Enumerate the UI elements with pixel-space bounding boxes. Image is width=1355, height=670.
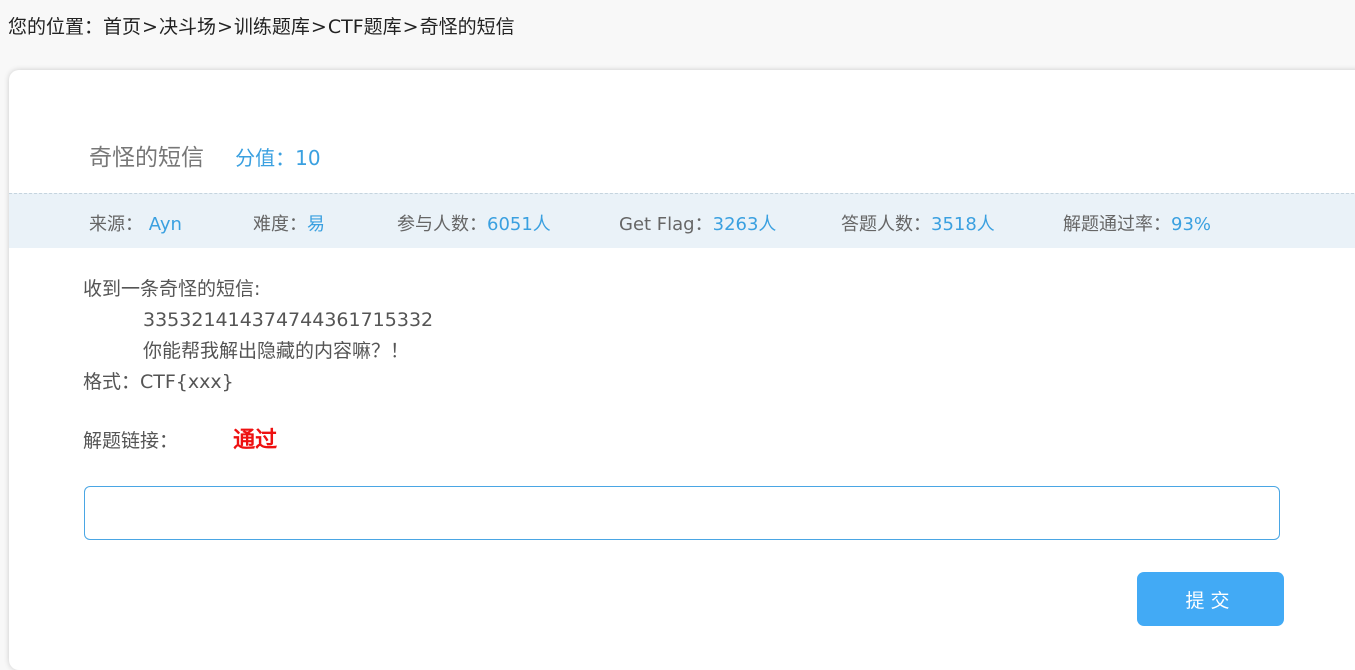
meta-participants-label: 参与人数： xyxy=(397,214,487,235)
solution-link-status: 通过 xyxy=(233,428,278,453)
description-line: 收到一条奇怪的短信: xyxy=(83,278,261,300)
breadcrumb-home[interactable]: 首页 xyxy=(103,16,141,38)
score-value: 10 xyxy=(295,146,321,170)
breadcrumb-separator: > xyxy=(142,16,158,38)
breadcrumb: 您的位置：首页>决斗场>训练题库>CTF题库>奇怪的短信 xyxy=(8,12,515,39)
challenge-header: 奇怪的短信 分值：10 xyxy=(89,138,321,172)
solution-link-row: 解题链接： 通过 xyxy=(83,422,277,454)
meta-difficulty: 难度：易 xyxy=(253,210,325,236)
meta-getflag-label: Get Flag： xyxy=(619,214,713,235)
meta-participants: 参与人数：6051人 xyxy=(397,210,551,236)
challenge-description: 收到一条奇怪的短信: 335321414374744361715332 你能帮我… xyxy=(83,274,433,398)
breadcrumb-separator: > xyxy=(310,16,327,38)
breadcrumb-prefix: 您的位置： xyxy=(8,16,104,38)
meta-passrate-label: 解题通过率： xyxy=(1063,214,1171,235)
meta-difficulty-value: 易 xyxy=(307,214,325,235)
description-line: 你能帮我解出隐藏的内容嘛？！ xyxy=(143,340,410,362)
breadcrumb-separator: > xyxy=(216,16,233,38)
solution-link-label: 解题链接： xyxy=(83,430,179,452)
meta-answerers-label: 答题人数： xyxy=(841,214,931,235)
breadcrumb-separator: > xyxy=(402,16,419,38)
breadcrumb-ctf[interactable]: CTF题库 xyxy=(328,16,402,38)
challenge-title: 奇怪的短信 xyxy=(89,145,204,171)
score-label: 分值： xyxy=(235,146,296,170)
meta-passrate-value: 93% xyxy=(1171,214,1212,235)
meta-passrate: 解题通过率：93% xyxy=(1063,210,1211,236)
description-format: 格式：CTF{xxx} xyxy=(83,371,234,393)
challenge-meta-bar: 来源： Ayn 难度：易 参与人数：6051人 Get Flag：3263人 答… xyxy=(9,193,1355,248)
breadcrumb-training[interactable]: 训练题库 xyxy=(234,16,310,38)
flag-input[interactable] xyxy=(84,486,1280,540)
description-cipher: 335321414374744361715332 xyxy=(143,309,434,331)
meta-source-value: Ayn xyxy=(148,214,182,235)
breadcrumb-arena[interactable]: 决斗场 xyxy=(159,16,216,38)
meta-difficulty-label: 难度： xyxy=(253,214,307,235)
meta-answerers-value: 3518人 xyxy=(931,214,995,235)
meta-getflag-value: 3263人 xyxy=(712,214,777,235)
meta-participants-value: 6051人 xyxy=(487,214,551,235)
meta-source: 来源： Ayn xyxy=(89,210,182,236)
challenge-card: 奇怪的短信 分值：10 来源： Ayn 难度：易 参与人数：6051人 Get … xyxy=(9,70,1355,670)
breadcrumb-current: 奇怪的短信 xyxy=(419,16,515,38)
meta-getflag: Get Flag：3263人 xyxy=(619,210,776,236)
meta-answerers: 答题人数：3518人 xyxy=(841,210,995,236)
meta-source-label: 来源： xyxy=(89,214,143,235)
submit-button[interactable]: 提交 xyxy=(1137,572,1284,626)
challenge-score: 分值：10 xyxy=(235,146,320,170)
